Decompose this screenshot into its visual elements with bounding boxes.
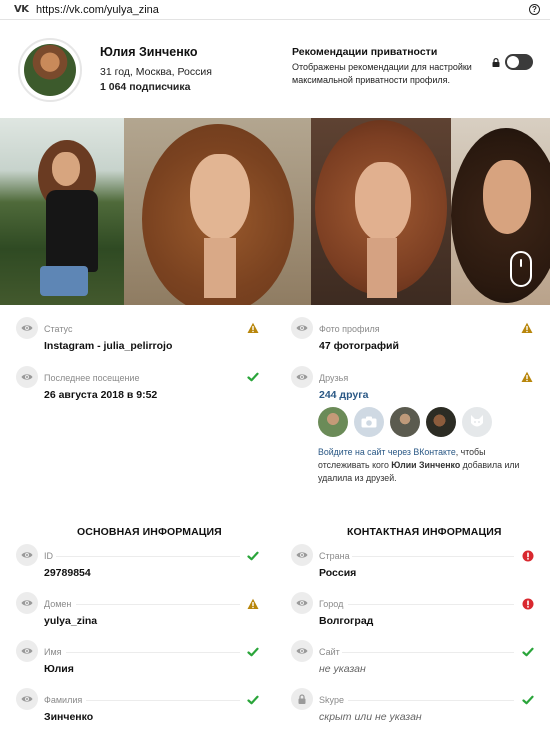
friend-avatar[interactable]: [426, 407, 456, 437]
friend-avatar[interactable]: [462, 407, 492, 437]
warning-icon: [247, 598, 259, 610]
lock-icon[interactable]: [291, 688, 313, 710]
id-value: 29789854: [44, 567, 91, 579]
website-value: не указан: [319, 663, 366, 675]
eye-icon[interactable]: [291, 592, 313, 614]
check-icon: [247, 550, 259, 562]
friends-label: Друзья: [319, 373, 349, 383]
check-icon: [247, 371, 259, 383]
check-icon: [522, 646, 534, 658]
help-icon[interactable]: ?: [529, 4, 540, 15]
skype-label: Skype: [319, 695, 345, 705]
city-value: Волгоград: [319, 615, 374, 627]
profile-photos-value: 47 фотографий: [319, 340, 399, 352]
divider: [348, 604, 514, 605]
privacy-title: Рекомендации приватности: [292, 46, 438, 58]
profile-photo[interactable]: [451, 118, 550, 305]
eye-icon[interactable]: [291, 640, 313, 662]
warning-icon: [247, 322, 259, 334]
url-bar: VK https://vk.com/yulya_zina ?: [0, 0, 550, 20]
profile-photo[interactable]: [124, 118, 311, 305]
check-icon: [247, 694, 259, 706]
scroll-mouse-icon: [510, 251, 532, 287]
error-icon: [522, 550, 534, 562]
eye-icon[interactable]: [16, 366, 38, 388]
status-label: Статус: [44, 324, 73, 334]
profile-photo[interactable]: [311, 118, 451, 305]
eye-icon[interactable]: [16, 544, 38, 566]
divider: [56, 556, 240, 557]
friends-tracking-note: Войдите на сайт через ВКонтакте, чтобы о…: [318, 447, 520, 483]
country-label: Страна: [319, 551, 350, 561]
divider: [86, 700, 240, 701]
first-name-value: Юлия: [44, 663, 74, 675]
friend-avatar[interactable]: [390, 407, 420, 437]
friends-avatars: [318, 407, 492, 437]
profile-header: Юлия Зинченко 31 год, Москва, Россия 1 0…: [0, 20, 550, 118]
last-seen-label: Последнее посещение: [44, 373, 140, 383]
last-name-value: Зинченко: [44, 711, 94, 723]
divider: [76, 604, 240, 605]
eye-icon[interactable]: [16, 640, 38, 662]
page-url[interactable]: https://vk.com/yulya_zina: [36, 4, 159, 16]
website-label: Сайт: [319, 647, 340, 657]
eye-icon[interactable]: [16, 317, 38, 339]
last-name-label: Фамилия: [44, 695, 83, 705]
lock-icon: [492, 58, 500, 67]
domain-value: yulya_zina: [44, 615, 98, 627]
profile-photo[interactable]: [0, 118, 124, 305]
privacy-description: Отображены рекомендации для настройки ма…: [292, 62, 472, 85]
eye-icon[interactable]: [16, 592, 38, 614]
friend-avatar[interactable]: [318, 407, 348, 437]
friend-avatar[interactable]: [354, 407, 384, 437]
eye-icon[interactable]: [16, 688, 38, 710]
profile-subscribers: 1 064 подписчика: [100, 81, 191, 93]
check-icon: [522, 694, 534, 706]
camera-icon: [361, 416, 377, 428]
last-seen-value: 26 августа 2018 в 9:52: [44, 389, 158, 401]
contact-info-title: КОНТАКТНАЯ ИНФОРМАЦИЯ: [347, 526, 502, 538]
first-name-label: Имя: [44, 647, 62, 657]
city-label: Город: [319, 599, 344, 609]
eye-icon[interactable]: [291, 366, 313, 388]
vk-login-link[interactable]: Войдите на сайт через ВКонтакте: [318, 447, 456, 457]
divider: [352, 556, 514, 557]
profile-info: 31 год, Москва, Россия: [100, 66, 212, 78]
divider: [342, 652, 514, 653]
skype-value: скрыт или не указан: [319, 711, 422, 723]
divider: [66, 652, 240, 653]
divider: [348, 700, 514, 701]
basic-info-title: ОСНОВНАЯ ИНФОРМАЦИЯ: [77, 526, 222, 538]
friends-count-link[interactable]: 244 друга: [319, 389, 368, 401]
profile-name: Юлия Зинченко: [100, 45, 198, 59]
status-value: Instagram - julia_pelirrojo: [44, 340, 173, 352]
dog-icon: [471, 415, 483, 427]
check-icon: [247, 646, 259, 658]
eye-icon[interactable]: [291, 544, 313, 566]
photo-strip[interactable]: [0, 118, 550, 305]
warning-icon: [521, 322, 533, 334]
profile-photos-label: Фото профиля: [319, 324, 380, 334]
vk-logo-icon: VK: [14, 4, 29, 15]
privacy-toggle[interactable]: [505, 54, 533, 70]
id-label: ID: [44, 551, 53, 561]
eye-icon[interactable]: [291, 317, 313, 339]
country-value: Россия: [319, 567, 357, 579]
avatar[interactable]: [18, 38, 82, 102]
warning-icon: [521, 371, 533, 383]
domain-label: Домен: [44, 599, 72, 609]
error-icon: [522, 598, 534, 610]
